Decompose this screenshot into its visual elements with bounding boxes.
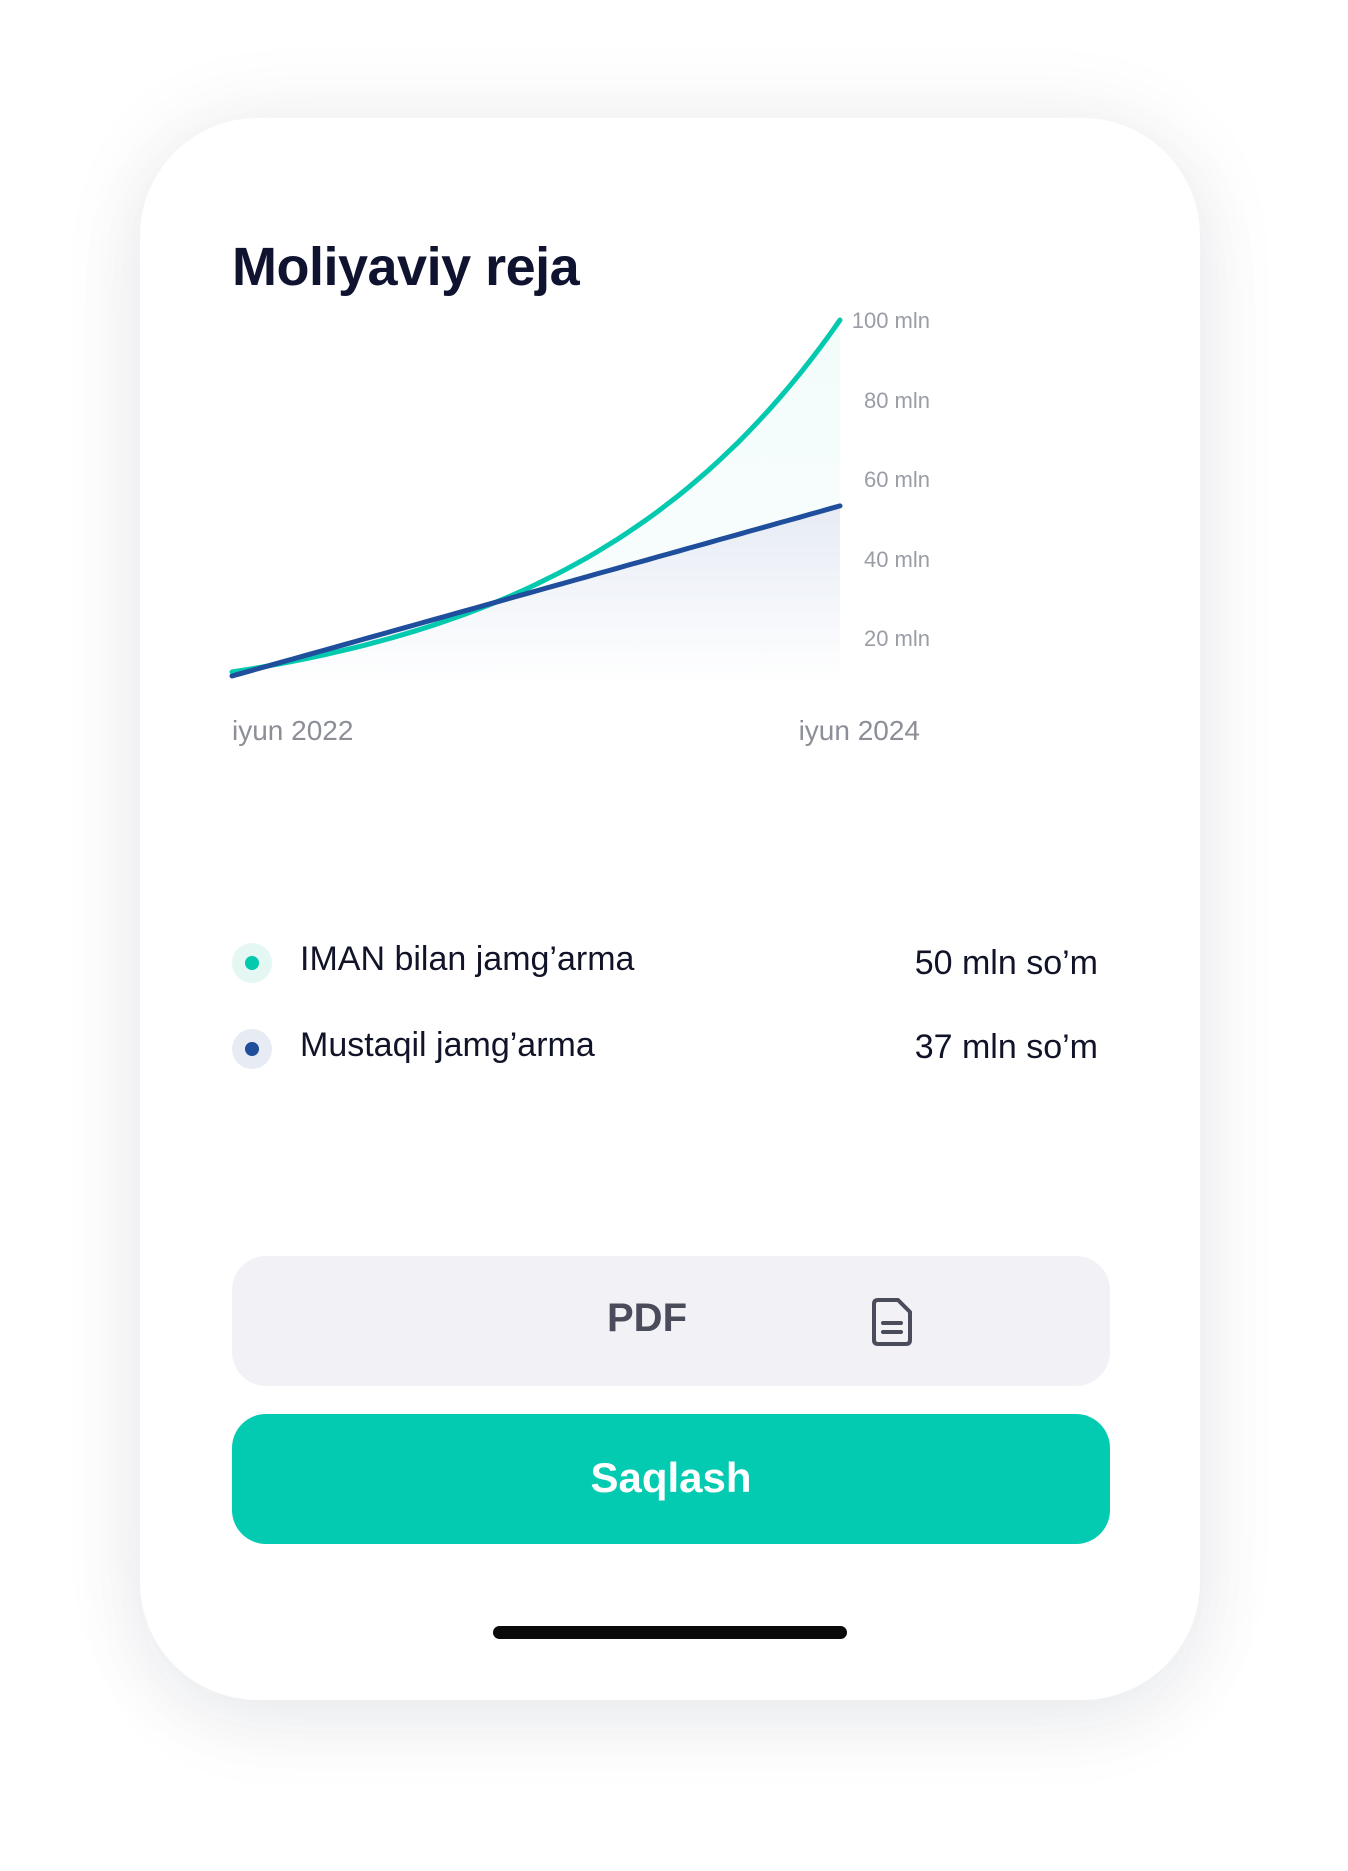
iman-dot-icon bbox=[232, 943, 272, 983]
y-tick-label: 60 mln bbox=[864, 467, 930, 492]
financial-plan-card: Moliyaviy reja 100 mln 80 mln 60 mln 40 mln… bbox=[140, 118, 1200, 1700]
home-indicator bbox=[493, 1626, 847, 1639]
legend-value: 37 mln so’m bbox=[914, 1028, 1098, 1066]
y-tick-label: 100 mln bbox=[852, 308, 930, 333]
independent-dot-icon bbox=[232, 1029, 272, 1069]
save-button-label: Saqlash bbox=[590, 1454, 752, 1501]
legend-item-independent: Mustaqil jamg’arma 37 mln so’m bbox=[232, 1026, 1108, 1070]
savings-growth-chart: 100 mln 80 mln 60 mln 40 mln 20 mln iyun 202… bbox=[229, 308, 930, 746]
x-axis-label: iyun 2024 bbox=[799, 715, 920, 746]
pdf-button-label: PDF bbox=[607, 1296, 687, 1340]
pdf-button[interactable]: PDF bbox=[232, 1256, 1110, 1386]
x-axis-label: iyun 2022 bbox=[232, 715, 353, 746]
legend-value: 50 mln so’m bbox=[914, 944, 1098, 982]
legend-label: IMAN bilan jamg’arma bbox=[300, 940, 635, 978]
document-icon bbox=[872, 1298, 912, 1351]
legend-item-iman: IMAN bilan jamg’arma 50 mln so’m bbox=[232, 940, 1108, 984]
y-tick-label: 80 mln bbox=[864, 388, 930, 413]
save-button[interactable]: Saqlash bbox=[232, 1414, 1110, 1544]
y-tick-label: 20 mln bbox=[864, 626, 930, 651]
chart-legend: IMAN bilan jamg’arma 50 mln so’m Mustaqi… bbox=[232, 940, 1108, 1140]
legend-label: Mustaqil jamg’arma bbox=[300, 1026, 595, 1064]
y-tick-label: 40 mln bbox=[864, 547, 930, 572]
